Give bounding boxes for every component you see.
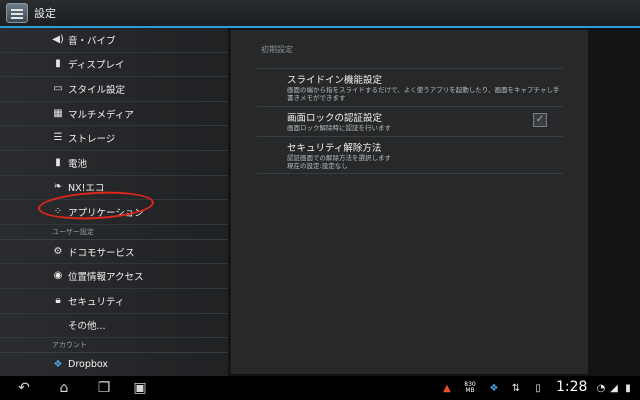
screenshot-icon[interactable]: ▣	[124, 376, 156, 400]
docomo-icon: ⚙	[53, 245, 63, 257]
section-header-user: ユーザー設定	[0, 225, 228, 240]
location-icon: ◉	[53, 270, 63, 282]
lock-status-icon: ▯	[535, 382, 541, 394]
recent-apps-icon[interactable]: ❐	[88, 376, 120, 400]
section-title: 初期設定	[261, 45, 293, 54]
usb-icon[interactable]: ⇅	[508, 376, 524, 400]
settings-item-eco[interactable]: ❧ NX!エコ	[0, 176, 228, 201]
battery-icon: ▮	[625, 382, 631, 394]
dropbox-icon: ❖	[53, 358, 63, 370]
settings-item-style[interactable]: ▭ スタイル設定	[0, 77, 228, 102]
memory-indicator: 830 MB	[464, 381, 476, 394]
multimedia-icon: ▦	[53, 107, 63, 119]
settings-item-battery[interactable]: ▮ 電池	[0, 151, 228, 176]
display-icon: ▮	[55, 58, 61, 70]
lock-icon: 🔒︎	[55, 294, 61, 306]
settings-item-sound[interactable]: ◀) 音・バイブ	[0, 28, 228, 53]
system-bar: ↶ ⌂ ❐ ▣ ▲ 830 MB ❖ ⇅ ▯ 1:28 ◔ ◢ ▮	[0, 376, 640, 400]
notification-icon[interactable]: ▲	[438, 376, 456, 400]
settings-item-other[interactable]: その他...	[0, 314, 228, 339]
settings-item-dropbox[interactable]: ❖ Dropbox	[0, 353, 228, 376]
back-icon[interactable]: ↶	[8, 376, 40, 400]
settings-item-applications[interactable]: ⁘ アプリケーション	[0, 200, 228, 225]
screen-lock-auth-checkbox[interactable]: ✓	[533, 113, 547, 127]
section-header-account: アカウント	[0, 338, 228, 354]
pref-security-unlock-method[interactable]: セキュリティ解除方法 認証画面での解除方法を選択します 現在の設定:設定なし	[257, 136, 563, 174]
settings-item-security[interactable]: 🔒︎ セキュリティ	[0, 289, 228, 314]
settings-item-docomo[interactable]: ⚙ ドコモサービス	[0, 240, 228, 265]
clock[interactable]: 1:28	[556, 379, 587, 395]
pref-slide-in[interactable]: スライドイン機能設定 画面の端から指をスライドするだけで、よく使うアプリを起動し…	[257, 68, 563, 106]
apps-icon: ⁘	[53, 205, 63, 217]
storage-icon: ☰	[53, 132, 63, 144]
wifi-icon: ◔	[596, 382, 606, 394]
signal-icon: ◢	[610, 382, 618, 394]
detail-pane: 初期設定 スライドイン機能設定 画面の端から指をスライドするだけで、よく使うアプ…	[230, 30, 588, 374]
dropbox-icon[interactable]: ❖	[486, 376, 502, 400]
settings-list: ◀) 音・バイブ ▮ ディスプレイ ▭ スタイル設定 ▦ マルチメディア ☰ ス…	[0, 28, 228, 376]
settings-item-location[interactable]: ◉ 位置情報アクセス	[0, 264, 228, 289]
settings-item-display[interactable]: ▮ ディスプレイ	[0, 53, 228, 78]
action-bar: 設定	[0, 0, 640, 28]
speaker-icon: ◀)	[52, 33, 64, 45]
battery-icon: ▮	[55, 156, 61, 168]
style-icon: ▭	[53, 82, 63, 94]
settings-item-multimedia[interactable]: ▦ マルチメディア	[0, 102, 228, 127]
settings-app-icon[interactable]	[6, 3, 28, 23]
pref-screen-lock-auth[interactable]: 画面ロックの認証設定 画面ロック解除時に認証を行います ✓	[257, 106, 563, 136]
settings-item-storage[interactable]: ☰ ストレージ	[0, 126, 228, 151]
page-title: 設定	[34, 7, 56, 20]
leaf-icon: ❧	[53, 181, 63, 193]
home-icon[interactable]: ⌂	[48, 376, 80, 400]
